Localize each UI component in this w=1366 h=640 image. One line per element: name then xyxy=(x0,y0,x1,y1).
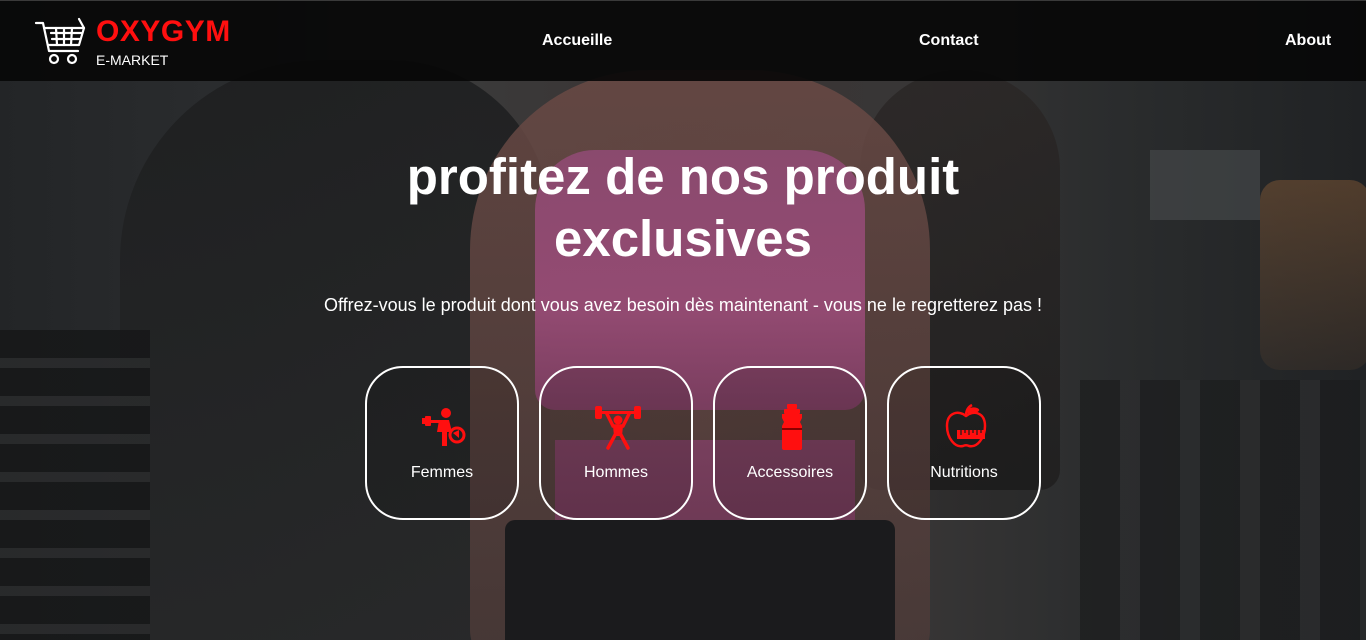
category-card-femmes[interactable]: Femmes xyxy=(365,366,519,520)
background-dumbbell-rack-left xyxy=(0,330,150,640)
category-list: Femmes Hommes Accessoires Nutritions xyxy=(365,366,1045,522)
hero-subtitle: Offrez-vous le produit dont vous avez be… xyxy=(323,295,1043,315)
background-athlete-shorts xyxy=(505,520,895,640)
category-label: Femmes xyxy=(410,464,474,481)
background-glow xyxy=(1260,180,1366,370)
brand-name: OXYGYM xyxy=(96,15,231,48)
brand-logo-link[interactable]: OXYGYM E-MARKET xyxy=(34,15,254,71)
nav-link-about[interactable]: About xyxy=(1285,32,1331,50)
category-label: Accessoires xyxy=(746,464,834,481)
category-label: Hommes xyxy=(583,464,648,481)
nav-link-contact[interactable]: Contact xyxy=(919,32,979,50)
water-bottle-icon xyxy=(782,404,802,450)
hero-title-line2: exclusives xyxy=(553,210,813,267)
category-card-accessoires[interactable]: Accessoires xyxy=(713,366,867,520)
nav-link-accueille[interactable]: Accueille xyxy=(542,32,612,50)
hero-title-line1: profitez de nos produit xyxy=(406,148,960,205)
hero-title: profitez de nos produit exclusives xyxy=(283,146,1083,270)
brand-subtitle: E-MARKET xyxy=(96,52,169,68)
background-dumbbell-rack-right xyxy=(1080,380,1366,640)
woman-fitness-icon xyxy=(422,408,466,446)
category-card-nutritions[interactable]: Nutritions xyxy=(887,366,1041,520)
category-label: Nutritions xyxy=(930,464,998,481)
navbar: OXYGYM E-MARKET Accueille Contact About xyxy=(0,0,1366,81)
weightlifter-icon xyxy=(595,406,641,450)
hero-background xyxy=(0,0,1366,640)
background-window xyxy=(1150,150,1260,220)
apple-measuring-tape-icon xyxy=(945,403,987,448)
shopping-cart-icon xyxy=(34,17,86,65)
category-card-hommes[interactable]: Hommes xyxy=(539,366,693,520)
